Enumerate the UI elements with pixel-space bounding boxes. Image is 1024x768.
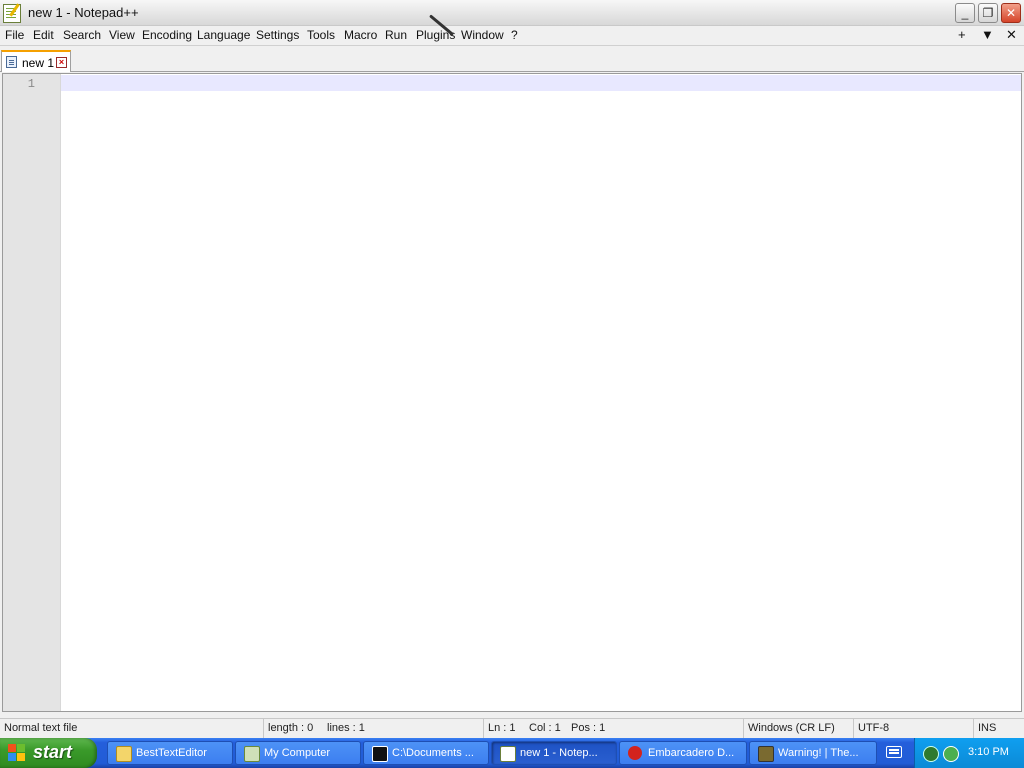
- taskbar-item-embarcadero[interactable]: Embarcadero D...: [619, 741, 747, 765]
- close-button[interactable]: ✕: [1001, 3, 1021, 23]
- notepad-plus-plus-icon: [500, 746, 516, 762]
- network-icon[interactable]: [943, 746, 959, 762]
- taskbar-item-my-computer[interactable]: My Computer: [235, 741, 361, 765]
- minimize-button[interactable]: _: [955, 3, 975, 23]
- taskbar-item-label: BestTextEditor: [136, 747, 207, 759]
- embarcadero-icon: [628, 746, 642, 760]
- window-title: new 1 - Notepad++: [28, 5, 139, 20]
- menu-macro[interactable]: Macro: [344, 28, 377, 42]
- taskbar-item-label: C:\Documents ...: [392, 747, 474, 759]
- status-pos: Pos : 1: [571, 722, 606, 734]
- start-button[interactable]: start: [0, 738, 97, 768]
- tab-bar: new 1 ×: [0, 46, 1024, 72]
- 7zip-icon: [372, 746, 388, 762]
- menu-bar: File Edit Search View Encoding Language …: [0, 26, 1024, 46]
- tab-close-icon[interactable]: ×: [56, 57, 67, 68]
- status-eol: Windows (CR LF): [743, 719, 853, 738]
- menu-help[interactable]: ?: [511, 28, 518, 42]
- clock: 3:10 PM: [968, 746, 1009, 758]
- taskbar-item-label: new 1 - Notep...: [520, 747, 598, 759]
- tab-label: new 1: [22, 56, 55, 70]
- menu-window[interactable]: Window: [461, 28, 504, 42]
- menu-settings[interactable]: Settings: [256, 28, 299, 42]
- taskbar: start BestTextEditor My Computer C:\Docu…: [0, 738, 1024, 768]
- taskbar-item-besttexteditor[interactable]: BestTextEditor: [107, 741, 233, 765]
- menu-tools[interactable]: Tools: [307, 28, 335, 42]
- menu-run[interactable]: Run: [385, 28, 407, 42]
- new-tab-button[interactable]: +: [958, 27, 966, 42]
- start-label: start: [33, 742, 73, 762]
- security-icon[interactable]: [923, 746, 939, 762]
- taskbar-item-label: Warning! | The...: [778, 747, 859, 759]
- taskbar-item-warning[interactable]: Warning! | The...: [749, 741, 877, 765]
- restore-button[interactable]: ❐: [978, 3, 998, 23]
- taskbar-item-notepad-plus-plus[interactable]: new 1 - Notep...: [491, 741, 617, 765]
- system-tray: 3:10 PM: [914, 738, 1024, 768]
- menu-search[interactable]: Search: [63, 28, 101, 42]
- menu-edit[interactable]: Edit: [33, 28, 54, 42]
- my-computer-icon: [244, 746, 260, 762]
- windows-logo-icon: [8, 744, 26, 762]
- line-number: 1: [27, 77, 35, 91]
- tab-list-button[interactable]: ▼: [981, 27, 994, 42]
- status-lines: lines : 1: [327, 722, 365, 734]
- folder-icon: [116, 746, 132, 762]
- notepad-plus-plus-icon: [3, 4, 21, 23]
- menu-language[interactable]: Language: [197, 28, 250, 42]
- status-file-type: Normal text file: [4, 722, 78, 734]
- status-insert-mode: INS: [973, 719, 1024, 738]
- editor-pane: 1: [2, 73, 1022, 712]
- taskbar-item-7zip[interactable]: C:\Documents ...: [363, 741, 489, 765]
- status-encoding: UTF-8: [853, 719, 973, 738]
- status-length: length : 0: [263, 719, 321, 738]
- close-document-button[interactable]: ✕: [1006, 27, 1017, 43]
- tab-new-1[interactable]: new 1 ×: [1, 50, 71, 72]
- menu-encoding[interactable]: Encoding: [142, 28, 192, 42]
- status-ln: Ln : 1: [483, 719, 523, 738]
- document-icon: [6, 56, 17, 68]
- taskbar-item-label: My Computer: [264, 747, 331, 759]
- browser-icon: [758, 746, 774, 762]
- title-bar[interactable]: new 1 - Notepad++ _ ❐ ✕: [0, 0, 1024, 26]
- status-col: Col : 1: [529, 722, 561, 734]
- keyboard-icon[interactable]: [886, 746, 902, 758]
- status-bar: Normal text file length : 0 lines : 1 Ln…: [0, 718, 1024, 738]
- menu-file[interactable]: File: [5, 28, 24, 42]
- taskbar-item-label: Embarcadero D...: [648, 747, 735, 759]
- menu-view[interactable]: View: [109, 28, 135, 42]
- text-editor[interactable]: [61, 74, 1021, 711]
- line-number-gutter: 1: [3, 74, 61, 711]
